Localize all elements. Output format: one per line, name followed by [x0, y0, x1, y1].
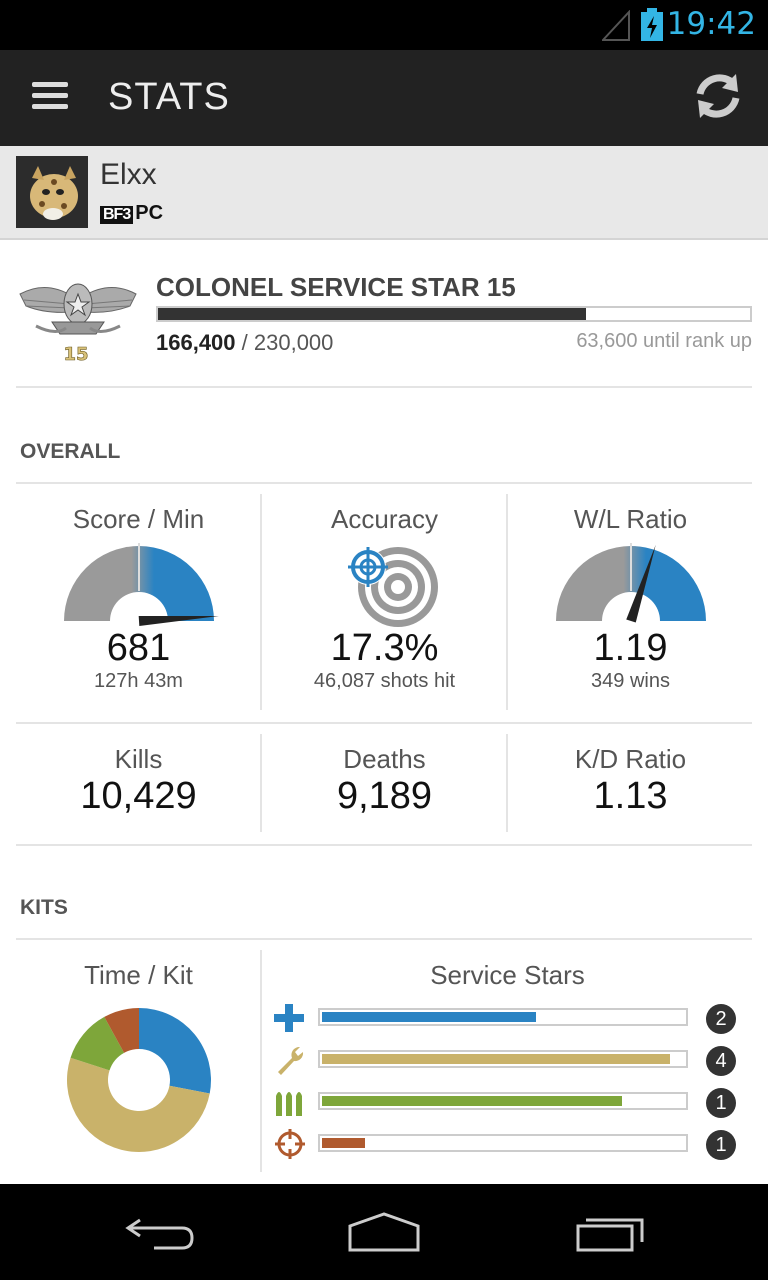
- support-star-count: 1: [706, 1088, 736, 1118]
- service-stars-label: Service Stars: [430, 960, 585, 990]
- clock: 19:42: [666, 6, 756, 42]
- time-per-kit-donut: [66, 1008, 211, 1153]
- signal-icon: [602, 10, 630, 41]
- status-bar: 19:42: [0, 0, 768, 50]
- kit-row-support[interactable]: 1: [272, 1086, 742, 1118]
- crosshair-icon: [275, 1129, 305, 1159]
- kills-value: 10,429: [80, 775, 197, 817]
- platform-label: PC: [135, 202, 164, 224]
- kd-ratio-label: K/D Ratio: [574, 744, 687, 774]
- deaths-label: Deaths: [343, 744, 426, 774]
- time-per-kit-cell: Time / Kit: [16, 960, 261, 1155]
- kills-label: Kills: [114, 744, 163, 774]
- kills-cell: Kills 10,429: [16, 744, 261, 818]
- kit-row-recon[interactable]: 1: [272, 1128, 742, 1160]
- assault-star-fill: [322, 1012, 536, 1022]
- recon-star-count: 1: [706, 1130, 736, 1160]
- ocelot-avatar: [16, 156, 88, 228]
- accuracy-label: Accuracy: [331, 504, 438, 534]
- wl-ratio-value: 1.19: [593, 627, 668, 669]
- overall-header: OVERALL: [20, 440, 121, 463]
- rank-progress-fill: [158, 308, 587, 320]
- game-platform: BF3 PC: [100, 202, 163, 225]
- shots-hit-value: 46,087 shots hit: [313, 670, 456, 692]
- service-stars-cell: Service Stars: [385, 960, 630, 991]
- assault-star-count: 2: [706, 1004, 736, 1034]
- until-rank-up: 63,600 until rank up: [576, 330, 752, 352]
- divider: [16, 844, 752, 846]
- insignia-number: 15: [63, 344, 88, 362]
- medic-cross-icon: [274, 1004, 304, 1032]
- recon-star-bar: [318, 1134, 688, 1152]
- page-title: STATS: [108, 76, 230, 118]
- playtime-value: 127h 43m: [94, 670, 183, 692]
- support-star-bar: [318, 1092, 688, 1110]
- rank-title: COLONEL SERVICE STAR 15: [156, 272, 516, 302]
- target-icon: [347, 547, 438, 627]
- wl-ratio-gauge: [555, 543, 706, 623]
- player-name: Elxx: [100, 158, 157, 191]
- score-per-min-cell: Score / Min 681 127h 43m: [16, 504, 261, 693]
- kit-row-engineer[interactable]: 4: [272, 1044, 742, 1076]
- kd-ratio-value: 1.13: [593, 775, 668, 817]
- navigation-bar: [0, 1184, 768, 1280]
- recon-star-fill: [322, 1138, 366, 1148]
- refresh-icon[interactable]: [692, 70, 744, 122]
- divider: [16, 722, 752, 724]
- rank-progress-bar: [156, 306, 752, 322]
- engineer-star-count: 4: [706, 1046, 736, 1076]
- rank-section: 15 COLONEL SERVICE STAR 15 166,400 / 230…: [16, 256, 752, 388]
- score-per-min-value: 681: [106, 627, 171, 669]
- accuracy-cell: Accuracy 17.3% 46,087 shots hit: [262, 504, 507, 693]
- current-xp: 166,400: [156, 330, 236, 355]
- accuracy-value: 17.3%: [330, 627, 439, 669]
- engineer-star-bar: [318, 1050, 688, 1068]
- divider: [16, 938, 752, 940]
- kits-header: KITS: [20, 896, 68, 919]
- recents-icon[interactable]: [574, 1212, 648, 1252]
- target-xp: 230,000: [253, 330, 334, 355]
- divider: [16, 482, 752, 484]
- engineer-star-fill: [322, 1054, 670, 1064]
- home-icon[interactable]: [346, 1212, 422, 1252]
- deaths-value: 9,189: [336, 775, 433, 817]
- donut-slice-assault: [138, 1008, 211, 1094]
- kit-row-assault[interactable]: 2: [272, 1002, 742, 1034]
- hamburger-icon[interactable]: [32, 82, 68, 112]
- wl-ratio-label: W/L Ratio: [573, 504, 688, 534]
- xp-separator: /: [235, 330, 254, 355]
- action-bar: STATS: [0, 50, 768, 146]
- player-profile[interactable]: Elxx BF3 PC: [0, 146, 768, 240]
- support-star-fill: [322, 1096, 623, 1106]
- assault-star-bar: [318, 1008, 688, 1026]
- wins-value: 349 wins: [591, 670, 670, 692]
- time-per-kit-label: Time / Kit: [84, 960, 193, 990]
- score-per-min-label: Score / Min: [72, 504, 205, 534]
- ammo-icon: [276, 1092, 302, 1116]
- battery-charging-icon: [641, 8, 663, 41]
- game-logo: BF3: [100, 206, 134, 224]
- colonel-eagle-icon: 15: [19, 283, 137, 362]
- back-icon[interactable]: [124, 1212, 196, 1252]
- wrench-icon: [278, 1046, 304, 1075]
- rank-xp: 166,400 / 230,000: [156, 330, 333, 356]
- score-per-min-gauge: [63, 543, 219, 626]
- kd-ratio-cell: K/D Ratio 1.13: [508, 744, 753, 818]
- wl-ratio-cell: W/L Ratio 1.19 349 wins: [508, 504, 753, 693]
- deaths-cell: Deaths 9,189: [262, 744, 507, 818]
